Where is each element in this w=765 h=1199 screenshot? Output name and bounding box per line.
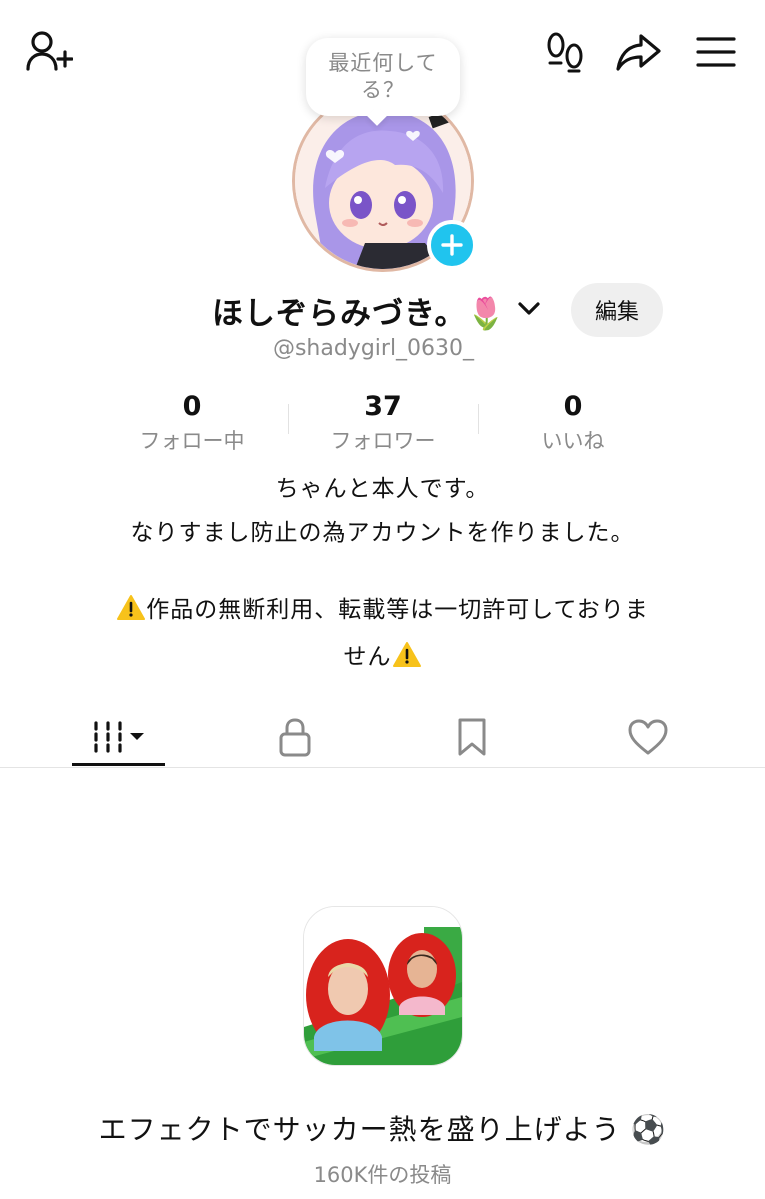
bio-text: 作品の無断利用、転載等は一切許可しておりま	[146, 597, 649, 623]
tab-liked[interactable]	[601, 706, 694, 768]
stat-following[interactable]: 0 フォロー中	[97, 390, 287, 456]
warning-icon	[392, 641, 422, 678]
stat-followers-count: 37	[364, 391, 402, 422]
bio-text: せん	[343, 644, 392, 670]
stat-followers-label: フォロワー	[330, 429, 436, 453]
bio-line: せん	[0, 640, 765, 678]
stat-followers[interactable]: 37 フォロワー	[288, 390, 478, 456]
note-text: 最近何してる？	[328, 51, 438, 102]
bio-line: なりすまし防止の為アカウントを作りました。	[130, 520, 635, 546]
tab-active-indicator	[72, 763, 165, 766]
menu-icon[interactable]	[694, 32, 738, 72]
profile-page: 最近何してる？ ほしぞらみづき。🌷 編集 @shadygirl_0630_ 0 …	[0, 0, 765, 1199]
chevron-down-icon[interactable]	[515, 294, 543, 326]
tab-private[interactable]	[248, 706, 341, 768]
stat-likes-label: いいね	[541, 429, 605, 453]
tab-divider	[0, 767, 765, 768]
effect-post-count: 160K件の投稿	[313, 1163, 452, 1187]
stat-likes[interactable]: 0 いいね	[478, 390, 668, 456]
username: @shadygirl_0630_	[272, 336, 475, 361]
videos-grid-icon	[93, 721, 144, 753]
tab-saved[interactable]	[425, 706, 518, 768]
heart-icon	[628, 719, 667, 755]
stat-following-label: フォロー中	[139, 429, 245, 453]
add-story-button[interactable]	[427, 220, 477, 270]
footprints-icon[interactable]	[543, 30, 587, 74]
bookmark-icon	[458, 718, 485, 756]
bio-line: ちゃんと本人です。	[275, 476, 490, 502]
name-row: ほしぞらみづき。🌷 編集	[0, 282, 765, 338]
lock-icon	[279, 718, 310, 757]
stat-likes-count: 0	[563, 391, 583, 422]
note-bubble[interactable]: 最近何してる？	[306, 38, 460, 116]
warning-icon	[116, 594, 146, 631]
effect-title[interactable]: エフェクトでサッカー熱を盛り上げよう ⚽	[0, 1108, 765, 1148]
add-friend-icon[interactable]	[24, 28, 74, 74]
edit-button[interactable]: 編集	[571, 283, 663, 337]
tab-videos[interactable]	[72, 706, 165, 768]
display-name[interactable]: ほしぞらみづき。🌷	[212, 288, 506, 333]
effect-thumbnail[interactable]	[303, 906, 463, 1066]
bio-line: 作品の無断利用、転載等は一切許可しておりま	[0, 593, 765, 631]
share-icon[interactable]	[614, 30, 664, 74]
stat-following-count: 0	[182, 391, 202, 422]
plus-icon	[441, 234, 463, 256]
